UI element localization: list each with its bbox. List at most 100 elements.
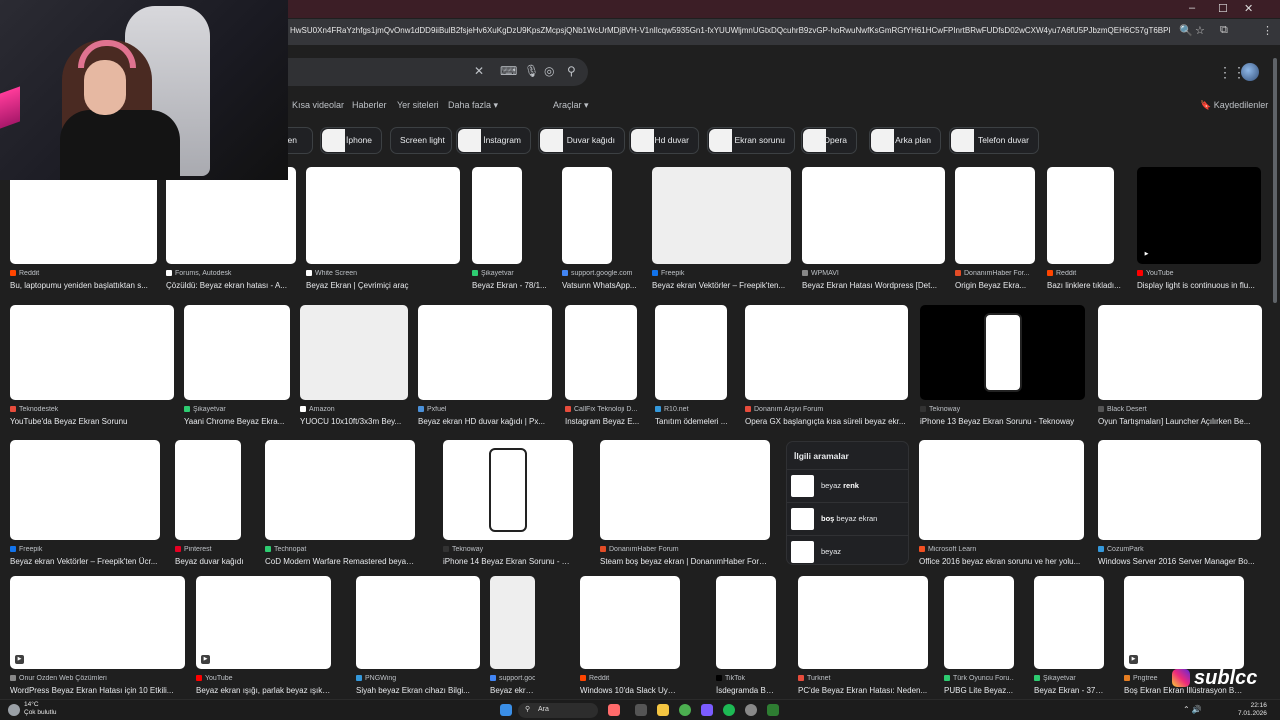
result-thumbnail[interactable] — [562, 167, 612, 264]
result-thumbnail[interactable] — [166, 167, 296, 264]
result-title[interactable]: Bu, laptopumu yeniden başlattıktan s... — [10, 281, 158, 290]
result-thumbnail[interactable] — [265, 440, 415, 540]
result-title[interactable]: Tanıtım ödemeleri ... — [655, 417, 740, 426]
result-title[interactable]: Yaani Chrome Beyaz Ekra... — [184, 417, 304, 426]
result-source[interactable]: Black Desert — [1098, 406, 1263, 413]
result-thumbnail[interactable] — [652, 167, 791, 264]
taskbar-search[interactable]: ⚲ Ara — [518, 703, 598, 718]
result-title[interactable]: Beyaz ekran HD duvar kağıdı | Px... — [418, 417, 553, 426]
result-source[interactable]: DonanımHaber Forum — [600, 546, 770, 553]
taskbar-clock[interactable]: 22:16 7.01.2026 — [1238, 702, 1267, 718]
extensions-icon[interactable]: ⧉ — [1220, 24, 1228, 37]
related-search-item[interactable]: beyaz — [787, 535, 908, 567]
result-thumbnail[interactable] — [418, 305, 552, 400]
filter-chip[interactable]: İnstagram — [456, 127, 531, 154]
result-thumbnail[interactable] — [655, 305, 727, 400]
lens-icon[interactable]: ◎ — [544, 64, 554, 78]
result-title[interactable]: Instagram Beyaz E... — [565, 417, 657, 426]
chrome-icon[interactable] — [679, 704, 691, 716]
result-thumbnail[interactable] — [10, 576, 185, 669]
result-thumbnail[interactable] — [175, 440, 241, 540]
result-source[interactable]: Pxfuel — [418, 406, 553, 413]
result-thumbnail[interactable] — [955, 167, 1035, 264]
result-title[interactable]: Çözüldü: Beyaz ekran hatası - A... — [166, 281, 296, 290]
url-field[interactable]: HwSU0Xn4FRaYzhfgs1jmQvOnw1dDD9iiBulB2fsj… — [290, 26, 1170, 35]
result-title[interactable]: Beyaz ekran ışığı, parlak beyaz ışık—I..… — [196, 686, 331, 695]
tray-icons[interactable]: ⌃ 🔊 — [1183, 705, 1202, 714]
result-title[interactable]: Oyun Tartışmaları] Launcher Açılırken Be… — [1098, 417, 1263, 426]
result-title[interactable]: Origin Beyaz Ekra... — [955, 281, 1047, 290]
filter-chip[interactable]: İphone — [320, 127, 382, 154]
keyboard-icon[interactable]: ⌨ — [500, 64, 517, 78]
result-title[interactable]: CoD Modern Warfare Remastered beyaz ek..… — [265, 557, 415, 566]
tab-more[interactable]: Daha fazla ▾ — [448, 100, 498, 111]
result-source[interactable]: Teknodestek — [10, 406, 175, 413]
result-thumbnail[interactable] — [580, 576, 680, 669]
result-source[interactable]: Microsoft Learn — [919, 546, 1084, 553]
result-thumbnail[interactable] — [490, 576, 535, 669]
result-title[interactable]: Beyaz ekran Vektörler – Freepik'ten Ücr.… — [10, 557, 160, 566]
result-title[interactable]: Beyaz ekran, beya... — [490, 686, 535, 695]
app-icon-2[interactable] — [767, 704, 779, 716]
result-title[interactable]: Office 2016 beyaz ekran sorunu ve her yo… — [919, 557, 1084, 566]
menu-icon[interactable]: ⋮ — [1262, 24, 1273, 37]
tab-short-videos[interactable]: Kısa videolar — [292, 100, 344, 110]
result-thumbnail[interactable] — [920, 305, 1085, 400]
result-source[interactable]: Reddit — [580, 675, 680, 682]
result-source[interactable]: Forums, Autodesk — [166, 270, 296, 277]
result-thumbnail[interactable] — [356, 576, 480, 669]
filter-chip[interactable]: Duvar kağıdı — [538, 127, 625, 154]
zoom-icon[interactable]: 🔍 — [1179, 24, 1193, 37]
result-source[interactable]: YouTube — [196, 675, 331, 682]
app-icon-1[interactable] — [608, 704, 620, 716]
result-title[interactable]: YouTube'da Beyaz Ekran Sorunu — [10, 417, 175, 426]
result-source[interactable]: White Screen — [306, 270, 460, 277]
result-source[interactable]: Technopat — [265, 546, 415, 553]
result-title[interactable]: Beyaz Ekran Hatası Wordpress [Det... — [802, 281, 945, 290]
saved-link[interactable]: 🔖 Kaydedilenler — [1200, 100, 1268, 111]
result-thumbnail[interactable] — [300, 305, 408, 400]
result-thumbnail[interactable] — [1137, 167, 1261, 264]
result-title[interactable]: Beyaz ekran Vektörler – Freepik'ten... — [652, 281, 792, 290]
result-source[interactable]: Şikayetvar — [472, 270, 562, 277]
result-source[interactable]: Onur Özden Web Çözümleri — [10, 675, 185, 682]
result-thumbnail[interactable] — [944, 576, 1014, 669]
result-source[interactable]: Freepik — [10, 546, 160, 553]
avatar[interactable] — [1241, 63, 1259, 81]
result-title[interactable]: Opera GX başlangıçta kısa süreli beyaz e… — [745, 417, 908, 426]
result-title[interactable]: Windows 10'da Slack Uygula... — [580, 686, 680, 695]
result-thumbnail[interactable] — [1034, 576, 1104, 669]
search-icon[interactable]: ⚲ — [567, 64, 576, 78]
result-source[interactable]: Teknoway — [920, 406, 1085, 413]
minimize-button[interactable]: – — [1189, 2, 1195, 14]
result-title[interactable]: Bazı linklere tıkladı... — [1047, 281, 1135, 290]
result-title[interactable]: PUBG Lite Beyaz... — [944, 686, 1014, 695]
result-title[interactable]: Windows Server 2016 Server Manager Bo... — [1098, 557, 1263, 566]
result-source[interactable]: Teknoway — [443, 546, 573, 553]
result-thumbnail[interactable] — [10, 440, 160, 540]
tab-places[interactable]: Yer siteleri — [397, 100, 439, 110]
result-source[interactable]: TikTok — [716, 675, 776, 682]
filter-chip[interactable]: Opera — [801, 127, 857, 154]
result-source[interactable]: Donanım Arşivi Forum — [745, 406, 908, 413]
result-source[interactable]: DonanımHaber For... — [955, 270, 1047, 277]
result-source[interactable]: Türk Oyuncu Foru... — [944, 675, 1014, 682]
result-thumbnail[interactable] — [716, 576, 776, 669]
result-source[interactable]: CallFix Teknoloji D... — [565, 406, 657, 413]
obs-icon[interactable] — [745, 704, 757, 716]
result-thumbnail[interactable] — [1098, 440, 1261, 540]
related-search-item[interactable]: boş beyaz ekran — [787, 502, 908, 534]
filter-chip[interactable]: Arka plan — [869, 127, 941, 154]
filter-chip[interactable]: Screen light — [390, 127, 452, 154]
result-title[interactable]: Vatsunn WhatsApp... — [562, 281, 652, 290]
result-thumbnail[interactable] — [443, 440, 573, 540]
result-title[interactable]: İsdegramda Beyaz... — [716, 686, 776, 695]
result-title[interactable]: PC'de Beyaz Ekran Hatası: Neden... — [798, 686, 928, 695]
result-thumbnail[interactable] — [196, 576, 331, 669]
result-thumbnail[interactable] — [745, 305, 908, 400]
result-source[interactable]: Reddit — [10, 270, 158, 277]
close-icon[interactable]: ✕ — [474, 64, 484, 78]
result-thumbnail[interactable] — [10, 305, 174, 400]
result-source[interactable]: PNGWing — [356, 675, 496, 682]
result-thumbnail[interactable] — [10, 167, 157, 264]
